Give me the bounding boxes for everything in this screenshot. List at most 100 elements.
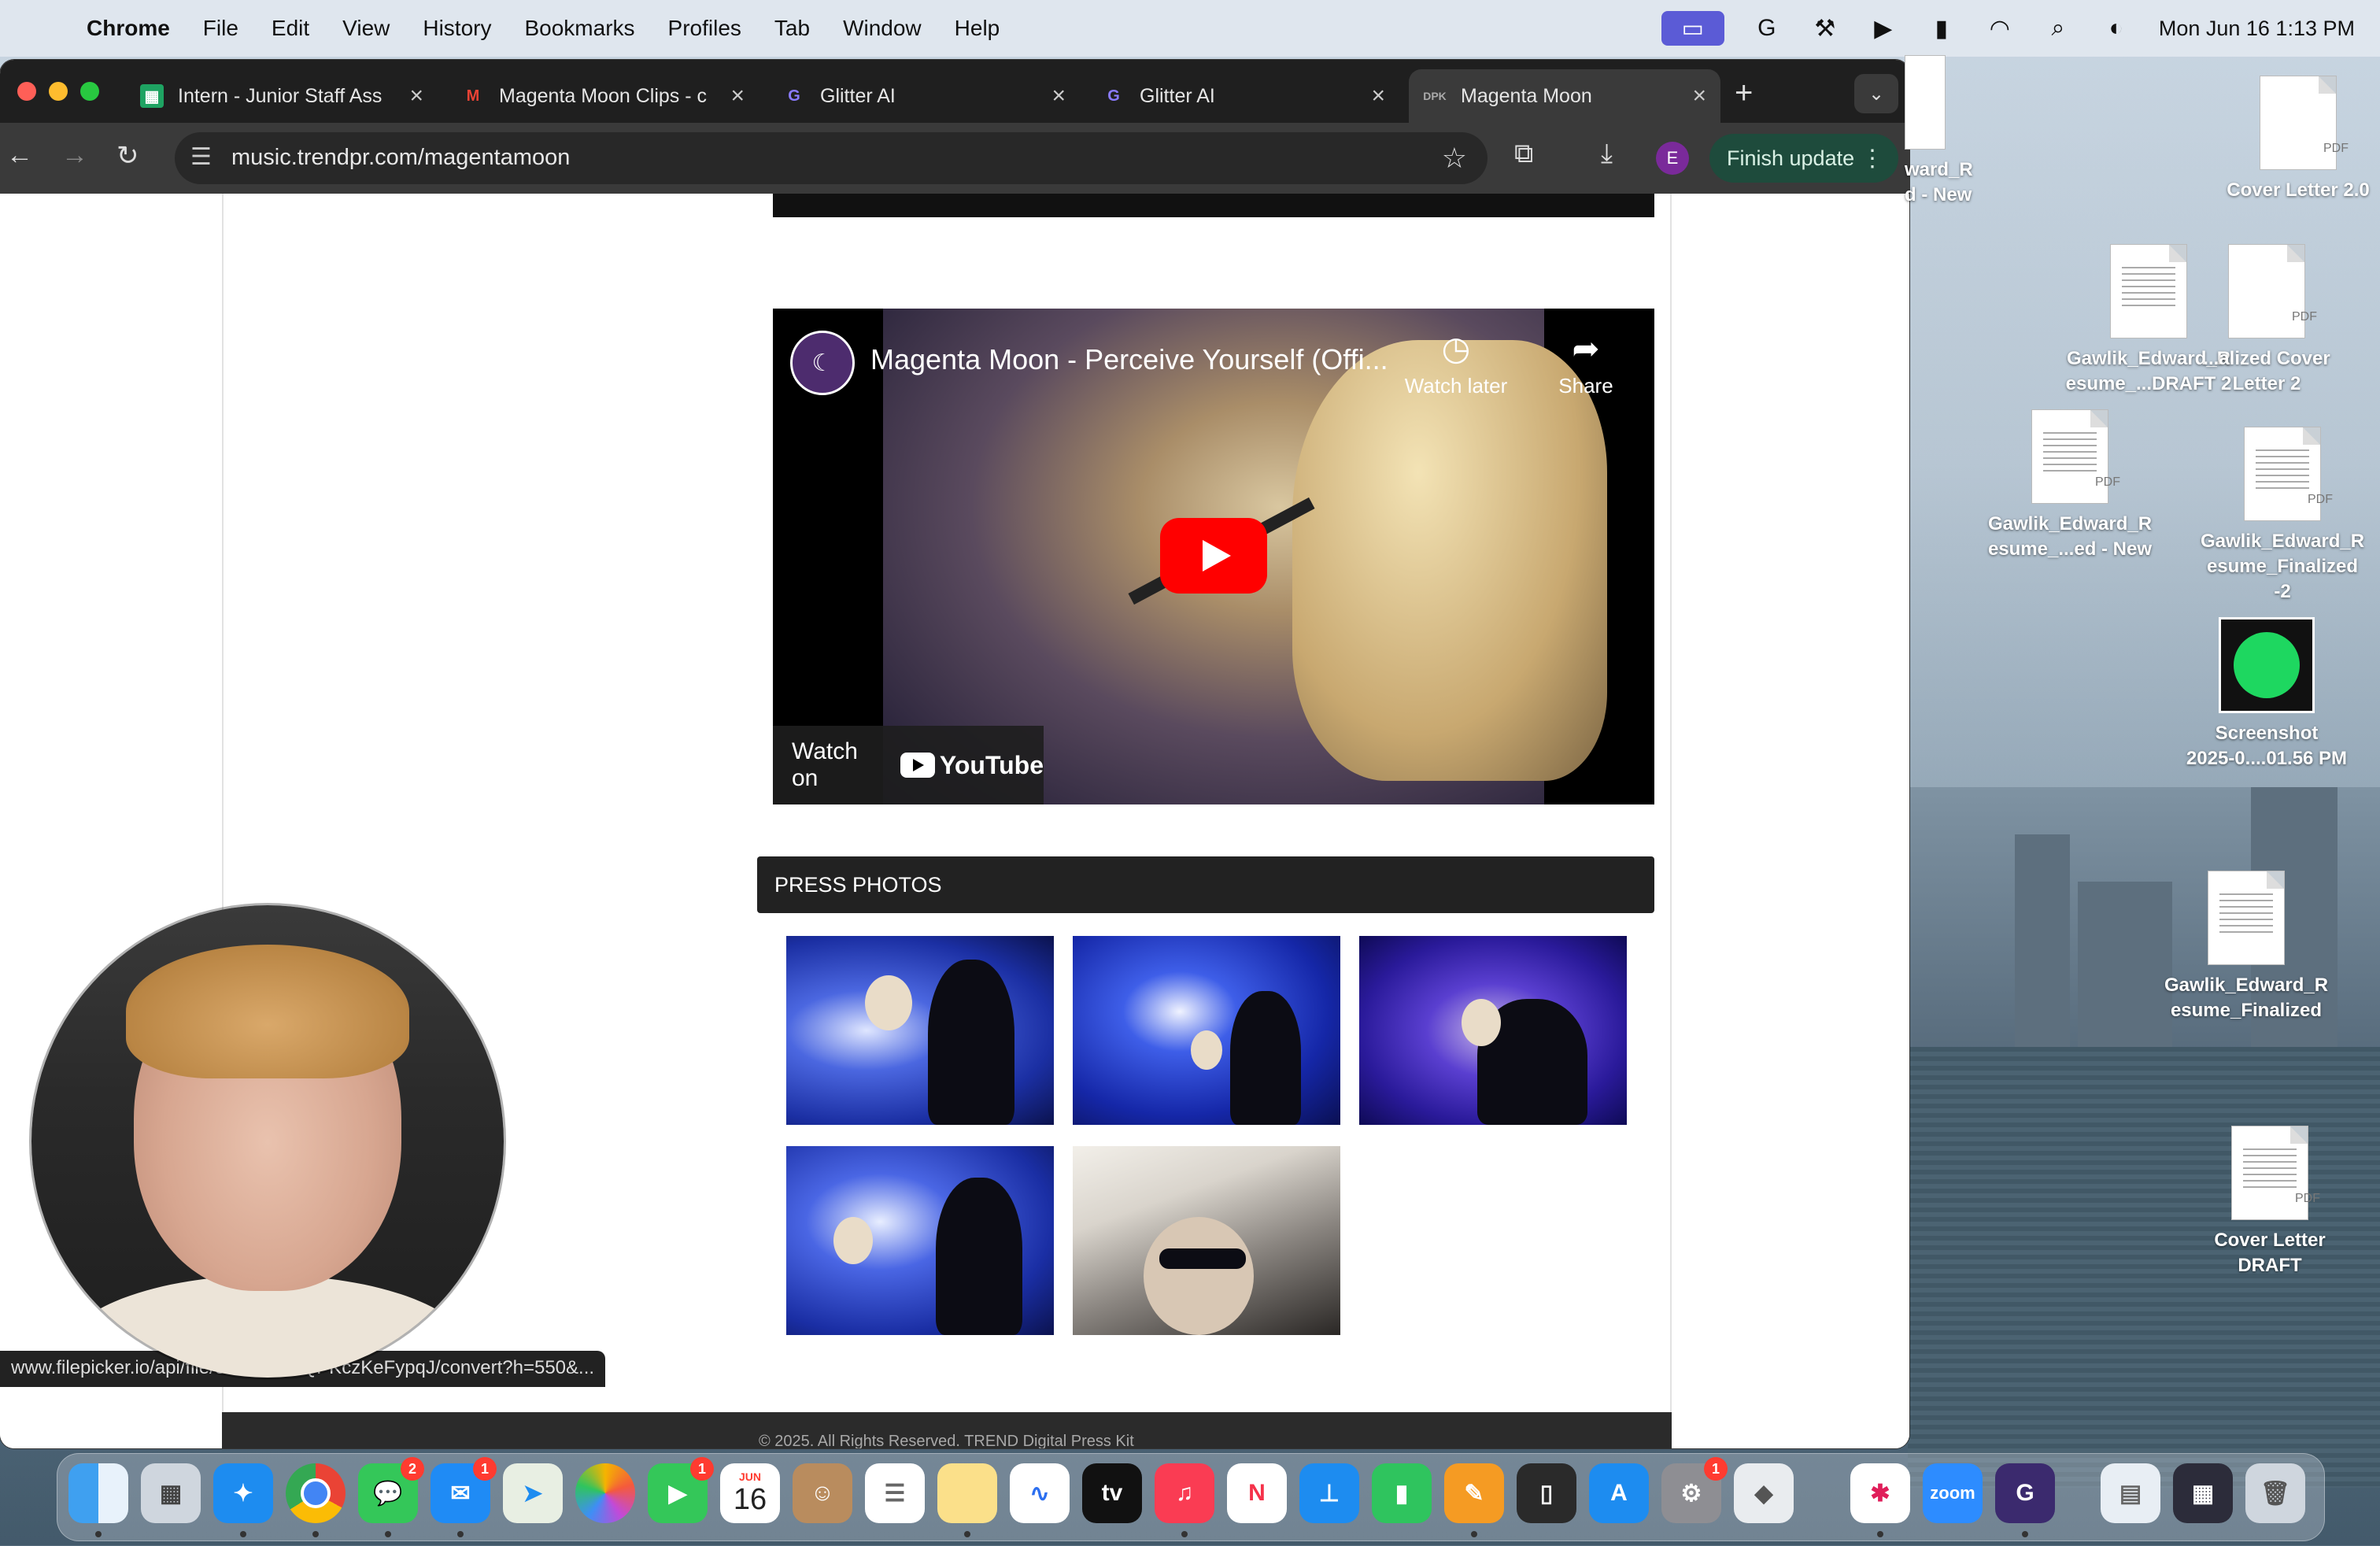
address-bar[interactable]: ☰ music.trendpr.com/magentamoon ☆	[175, 132, 1488, 184]
apple-tv-icon[interactable]: tv	[1082, 1463, 1142, 1523]
menu-tab[interactable]: Tab	[774, 16, 810, 41]
profile-avatar[interactable]: E	[1656, 142, 1689, 175]
tab-search-dropdown[interactable]: ⌄	[1854, 74, 1898, 113]
menu-window[interactable]: Window	[843, 16, 922, 41]
menubar-clock[interactable]: Mon Jun 16 1:13 PM	[2159, 17, 2355, 41]
menu-view[interactable]: View	[342, 16, 390, 41]
youtube-embed[interactable]: ☾ Magenta Moon - Perceive Yourself (Offi…	[773, 309, 1654, 804]
photos-icon[interactable]	[575, 1463, 635, 1523]
battery-icon[interactable]: ▮	[1926, 14, 1957, 43]
safari-icon[interactable]: ✦	[213, 1463, 273, 1537]
desktop-file-screenshot[interactable]: Screenshot 2025-0....01.56 PM	[2180, 617, 2353, 771]
chrome-icon[interactable]	[286, 1463, 346, 1537]
tab-intern-sheet[interactable]: ▦ Intern - Junior Staff Ass ×	[126, 69, 438, 123]
keynote-icon[interactable]: ⊥	[1299, 1463, 1359, 1523]
menu-profiles[interactable]: Profiles	[668, 16, 741, 41]
contacts-icon[interactable]: ☺	[793, 1463, 852, 1523]
desktop-file-resume-new-2[interactable]: PDF Gawlik_Edward_R esume_...ed - New	[1983, 409, 2156, 562]
desktop-file-resume-finalized[interactable]: Gawlik_Edward_R esume_Finalized	[2160, 871, 2333, 1023]
control-center-icon[interactable]: ◐	[2101, 14, 2132, 43]
video-title[interactable]: Magenta Moon - Perceive Yourself (Offi..…	[870, 343, 1388, 376]
tab-glitter-ai-1[interactable]: G Glitter AI ×	[768, 69, 1080, 123]
numbers-icon[interactable]: ▮	[1372, 1463, 1432, 1523]
messages-icon[interactable]: 💬 2	[358, 1457, 424, 1537]
tab-glitter-ai-2[interactable]: G Glitter AI ×	[1088, 69, 1399, 123]
menu-bookmarks[interactable]: Bookmarks	[524, 16, 634, 41]
reminders-icon[interactable]: ☰	[865, 1463, 925, 1523]
url-text[interactable]: music.trendpr.com/magentamoon	[231, 145, 570, 171]
desktop-file-resume-new-1[interactable]: ward_R d - New	[1905, 55, 2015, 208]
calendar-icon[interactable]: JUN 16	[720, 1463, 780, 1523]
watch-later-button[interactable]: ◷ Watch later	[1401, 329, 1511, 398]
pdf-document-icon: PDF	[2231, 1126, 2320, 1220]
press-photo-2[interactable]	[1073, 936, 1340, 1125]
menu-file[interactable]: File	[203, 16, 238, 41]
music-icon[interactable]: ♫	[1155, 1463, 1214, 1537]
forward-button[interactable]: →	[61, 140, 88, 171]
news-icon[interactable]: N	[1227, 1463, 1287, 1523]
desktop-file-cover-letter-draft[interactable]: PDF Cover Letter DRAFT	[2183, 1126, 2356, 1278]
press-photo-3[interactable]	[1359, 936, 1627, 1125]
menu-history[interactable]: History	[423, 16, 491, 41]
close-tab-icon[interactable]: ×	[730, 83, 745, 109]
finish-update-button[interactable]: Finish update ⋮	[1709, 134, 1898, 183]
close-tab-icon[interactable]: ×	[1371, 83, 1385, 109]
press-photo-5[interactable]	[1073, 1146, 1340, 1335]
finder-icon[interactable]	[68, 1463, 128, 1537]
desktop-file-resume-finalized-2[interactable]: PDF Gawlik_Edward_R esume_Finalized -2	[2196, 427, 2369, 605]
desktop-file-finalized-cover-letter-2[interactable]: PDF ...alized Cover Letter 2	[2180, 244, 2353, 397]
facetime-icon[interactable]: ▶ 1	[648, 1457, 714, 1523]
minimize-window-button[interactable]	[49, 82, 68, 101]
system-settings-icon[interactable]: ⚙ 1	[1661, 1457, 1728, 1523]
channel-avatar-icon[interactable]: ☾	[790, 331, 855, 395]
zoom-window-button[interactable]	[80, 82, 99, 101]
spotlight-search-icon[interactable]: ⌕	[2042, 14, 2074, 43]
trash-icon[interactable]: 🗑	[2245, 1463, 2305, 1523]
notes-icon[interactable]	[937, 1463, 997, 1537]
reload-button[interactable]: ↻	[116, 140, 139, 172]
extensions-icon[interactable]: ⧉	[1514, 139, 1533, 169]
document-icon	[1905, 55, 1946, 150]
close-tab-icon[interactable]: ×	[1051, 83, 1066, 109]
slack-icon[interactable]: ✱	[1850, 1463, 1910, 1537]
recent-window-thumbnail[interactable]: ▦	[2173, 1463, 2233, 1523]
play-circle-icon[interactable]: ▶	[1868, 14, 1899, 43]
app-store-icon[interactable]: A	[1589, 1463, 1649, 1523]
pdf-document-icon: PDF	[2031, 409, 2120, 504]
maps-icon[interactable]: ➤	[503, 1463, 563, 1523]
press-photo-4[interactable]	[786, 1146, 1054, 1335]
menu-help[interactable]: Help	[955, 16, 1000, 41]
glitter-ai-dock-icon[interactable]: G	[1995, 1463, 2055, 1537]
watch-on-youtube-button[interactable]: Watch on YouTube	[773, 726, 1044, 804]
menu-edit[interactable]: Edit	[272, 16, 309, 41]
recent-document-thumbnail[interactable]: ▤	[2101, 1463, 2160, 1523]
play-button[interactable]	[1160, 518, 1267, 594]
webcam-overlay[interactable]	[31, 905, 504, 1378]
menu-app-name[interactable]: Chrome	[87, 16, 170, 41]
desktop-file-cover-letter-2[interactable]: PDF Cover Letter 2.0	[2212, 76, 2380, 203]
site-info-icon[interactable]: ☰	[190, 143, 212, 171]
glitter-menu-icon[interactable]: G	[1751, 14, 1783, 43]
iphone-mirroring-icon[interactable]: ▯	[1517, 1463, 1576, 1523]
mail-icon[interactable]: ✉ 1	[431, 1457, 497, 1537]
wifi-icon[interactable]: ◠	[1984, 14, 2016, 43]
launchpad-icon[interactable]: ▦	[141, 1463, 201, 1523]
downloads-icon[interactable]: ⤓	[1601, 139, 1613, 169]
close-tab-icon[interactable]: ×	[409, 83, 423, 109]
roblox-icon[interactable]: ◆	[1734, 1463, 1794, 1523]
close-window-button[interactable]	[17, 82, 36, 101]
new-tab-button[interactable]: +	[1735, 76, 1753, 111]
press-photo-1[interactable]	[786, 936, 1054, 1125]
close-tab-icon[interactable]: ×	[1692, 83, 1706, 109]
freeform-icon[interactable]: ∿	[1010, 1463, 1070, 1523]
tab-magenta-moon[interactable]: DPK Magenta Moon ×	[1409, 69, 1720, 123]
pages-icon[interactable]: ✎	[1444, 1463, 1504, 1537]
zoom-icon[interactable]: zoom	[1923, 1463, 1983, 1523]
bookmark-star-icon[interactable]: ☆	[1442, 142, 1467, 175]
tab-gmail[interactable]: M Magenta Moon Clips - c ×	[447, 69, 759, 123]
back-button[interactable]: ←	[6, 140, 33, 171]
more-menu-icon[interactable]: ⋮	[1861, 145, 1884, 172]
tools-icon[interactable]: ⚒	[1809, 14, 1841, 43]
share-button[interactable]: ➦ Share	[1535, 329, 1637, 398]
screen-share-icon[interactable]: ▭	[1661, 11, 1724, 46]
